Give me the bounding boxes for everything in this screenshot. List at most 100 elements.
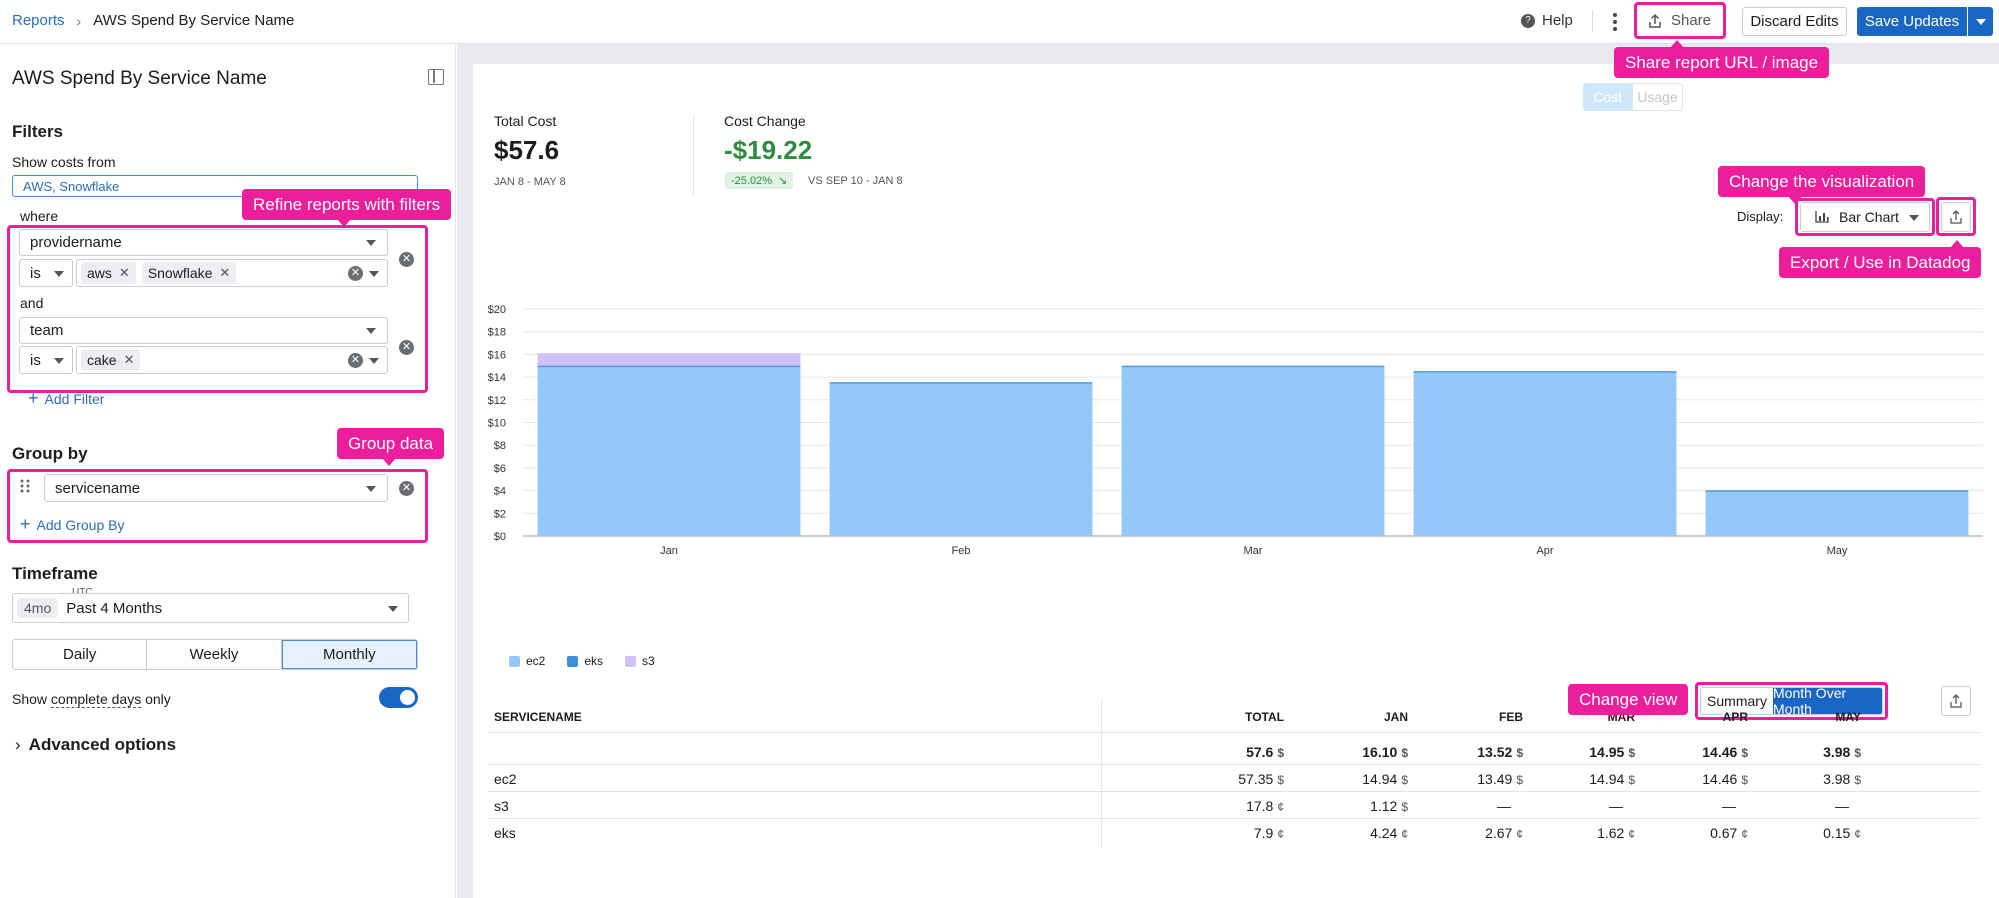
filter-operator-select[interactable]: is bbox=[19, 346, 73, 374]
legend-label: eks bbox=[584, 654, 604, 668]
callout-tail bbox=[337, 219, 351, 227]
remove-filter-icon[interactable]: ✕ bbox=[399, 340, 414, 355]
table-header[interactable]: TOTAL bbox=[1164, 710, 1284, 724]
group-by-title: Group by bbox=[12, 444, 88, 463]
advanced-options-label: Advanced options bbox=[28, 735, 177, 754]
export-icon bbox=[1950, 694, 1962, 708]
metric-cost[interactable]: Cost bbox=[1583, 83, 1632, 111]
filter-operator-value: is bbox=[30, 264, 41, 282]
save-options-dropdown[interactable] bbox=[1968, 7, 1993, 36]
chevron-down-icon bbox=[366, 486, 376, 492]
breadcrumb-reports-link[interactable]: Reports bbox=[12, 12, 65, 29]
add-filter-button[interactable]: + Add Filter bbox=[28, 388, 104, 409]
divider bbox=[1592, 10, 1593, 32]
more-options-icon[interactable] bbox=[1610, 10, 1620, 34]
help-icon: ? bbox=[1521, 13, 1535, 28]
add-group-by-button[interactable]: + Add Group By bbox=[20, 514, 124, 535]
total-cost-value: $57.6 bbox=[494, 135, 560, 165]
filter-value-chip: cake ✕ bbox=[81, 349, 141, 371]
legend-item-ec2[interactable]: ec2 bbox=[509, 654, 545, 668]
display-label: Display: bbox=[1737, 209, 1784, 224]
callout-share-text: Share report URL / image bbox=[1625, 53, 1819, 72]
top-bar: Reports › AWS Spend By Service Name ? He… bbox=[0, 0, 1999, 44]
remove-chip-icon[interactable]: ✕ bbox=[119, 265, 130, 281]
filter-key-select[interactable]: team bbox=[19, 317, 388, 344]
discard-edits-button[interactable]: Discard Edits bbox=[1742, 7, 1847, 36]
callout-view: Change view bbox=[1568, 684, 1689, 715]
cell-unit: ¢ bbox=[1854, 827, 1861, 841]
complete-days-toggle[interactable] bbox=[379, 687, 418, 708]
granularity-weekly[interactable]: Weekly bbox=[147, 640, 282, 669]
callout-tail bbox=[1950, 240, 1964, 248]
plus-icon: + bbox=[28, 388, 39, 408]
callout-export-text: Export / Use in Datadog bbox=[1790, 253, 1971, 272]
remove-chip-icon[interactable]: ✕ bbox=[219, 265, 230, 281]
advanced-options-toggle[interactable]: › Advanced options bbox=[15, 735, 176, 755]
show-costs-label: Show costs from bbox=[12, 154, 116, 170]
filter-value-chip: aws ✕ bbox=[81, 262, 136, 284]
table-header[interactable]: MAY bbox=[1741, 710, 1861, 724]
filter-key-select[interactable]: providername bbox=[19, 229, 388, 256]
table-cell: — bbox=[1721, 798, 1861, 814]
cost-change-label: Cost Change bbox=[724, 113, 806, 129]
remove-group-icon[interactable]: ✕ bbox=[399, 481, 414, 496]
granularity-daily[interactable]: Daily bbox=[13, 640, 148, 669]
bar-ec2-mar[interactable] bbox=[1121, 366, 1385, 536]
table-header[interactable]: FEB bbox=[1403, 710, 1523, 724]
timeframe-select[interactable]: 4mo Past 4 Months bbox=[12, 593, 409, 623]
bar-s3-jan[interactable] bbox=[537, 353, 801, 366]
cell-value: 0.15 bbox=[1823, 825, 1851, 841]
divider bbox=[693, 114, 694, 196]
y-tick-label: $12 bbox=[488, 395, 506, 407]
y-tick-label: $8 bbox=[494, 440, 506, 452]
callout-tail bbox=[1788, 196, 1802, 204]
help-button[interactable]: ? Help bbox=[1521, 12, 1573, 29]
bar-ec2-feb[interactable] bbox=[829, 382, 1093, 536]
x-tick-label: Mar bbox=[1244, 545, 1263, 557]
remove-chip-icon[interactable]: ✕ bbox=[124, 352, 135, 368]
filters-title: Filters bbox=[12, 122, 64, 141]
bar-ec2-may[interactable] bbox=[1705, 490, 1969, 536]
row-divider bbox=[488, 818, 1981, 819]
group-by-select[interactable]: servicename bbox=[44, 474, 388, 502]
x-tick-label: Apr bbox=[1536, 545, 1553, 557]
report-sidebar: AWS Spend By Service Name Filters Show c… bbox=[0, 44, 456, 898]
y-tick-label: $18 bbox=[488, 327, 506, 339]
cell-unit: $ bbox=[1854, 773, 1861, 787]
filter-values-input[interactable]: aws ✕ Snowflake ✕ ✕ bbox=[76, 259, 388, 287]
save-updates-button[interactable]: Save Updates bbox=[1857, 7, 1967, 36]
chart-legend: ec2 eks s3 bbox=[509, 654, 655, 668]
callout-viz-text: Change the visualization bbox=[1729, 172, 1915, 191]
legend-item-s3[interactable]: s3 bbox=[625, 654, 655, 668]
y-tick-label: $16 bbox=[488, 349, 506, 361]
export-table-button[interactable] bbox=[1941, 686, 1971, 716]
total-cost-range: JAN 8 - MAY 8 bbox=[494, 176, 566, 188]
remove-filter-icon[interactable]: ✕ bbox=[399, 252, 414, 267]
collapse-sidebar-icon[interactable] bbox=[428, 69, 444, 85]
y-tick-label: $6 bbox=[494, 463, 506, 475]
filter-operator-select[interactable]: is bbox=[19, 259, 73, 287]
metric-usage[interactable]: Usage bbox=[1632, 83, 1683, 111]
and-label: and bbox=[20, 295, 44, 311]
granularity-monthly[interactable]: Monthly bbox=[281, 640, 417, 669]
legend-item-eks[interactable]: eks bbox=[567, 654, 603, 668]
callout-group: Group data bbox=[337, 428, 445, 466]
clear-values-icon[interactable]: ✕ bbox=[348, 266, 363, 281]
bar-ec2-apr[interactable] bbox=[1413, 371, 1677, 536]
table-header[interactable]: SERVICENAME bbox=[494, 710, 582, 724]
filter-key-value: team bbox=[30, 322, 64, 339]
filter-values-input[interactable]: cake ✕ ✕ bbox=[76, 346, 388, 374]
y-tick-label: $10 bbox=[488, 418, 506, 430]
table-header[interactable]: JAN bbox=[1288, 710, 1408, 724]
filter-value-chip: Snowflake ✕ bbox=[141, 262, 237, 284]
clear-values-icon[interactable]: ✕ bbox=[348, 353, 363, 368]
callout-share: Share report URL / image bbox=[1614, 40, 1830, 78]
plus-icon: + bbox=[20, 514, 31, 534]
cost-source-value: AWS, Snowflake bbox=[23, 178, 120, 194]
drag-handle-icon[interactable] bbox=[20, 478, 30, 494]
share-button[interactable]: Share bbox=[1636, 5, 1722, 36]
cost-change-pct: -25.02% bbox=[731, 175, 772, 187]
bar-ec2-jan[interactable] bbox=[537, 366, 801, 536]
report-title: AWS Spend By Service Name bbox=[12, 68, 267, 89]
complete-days-post: only bbox=[141, 691, 171, 707]
